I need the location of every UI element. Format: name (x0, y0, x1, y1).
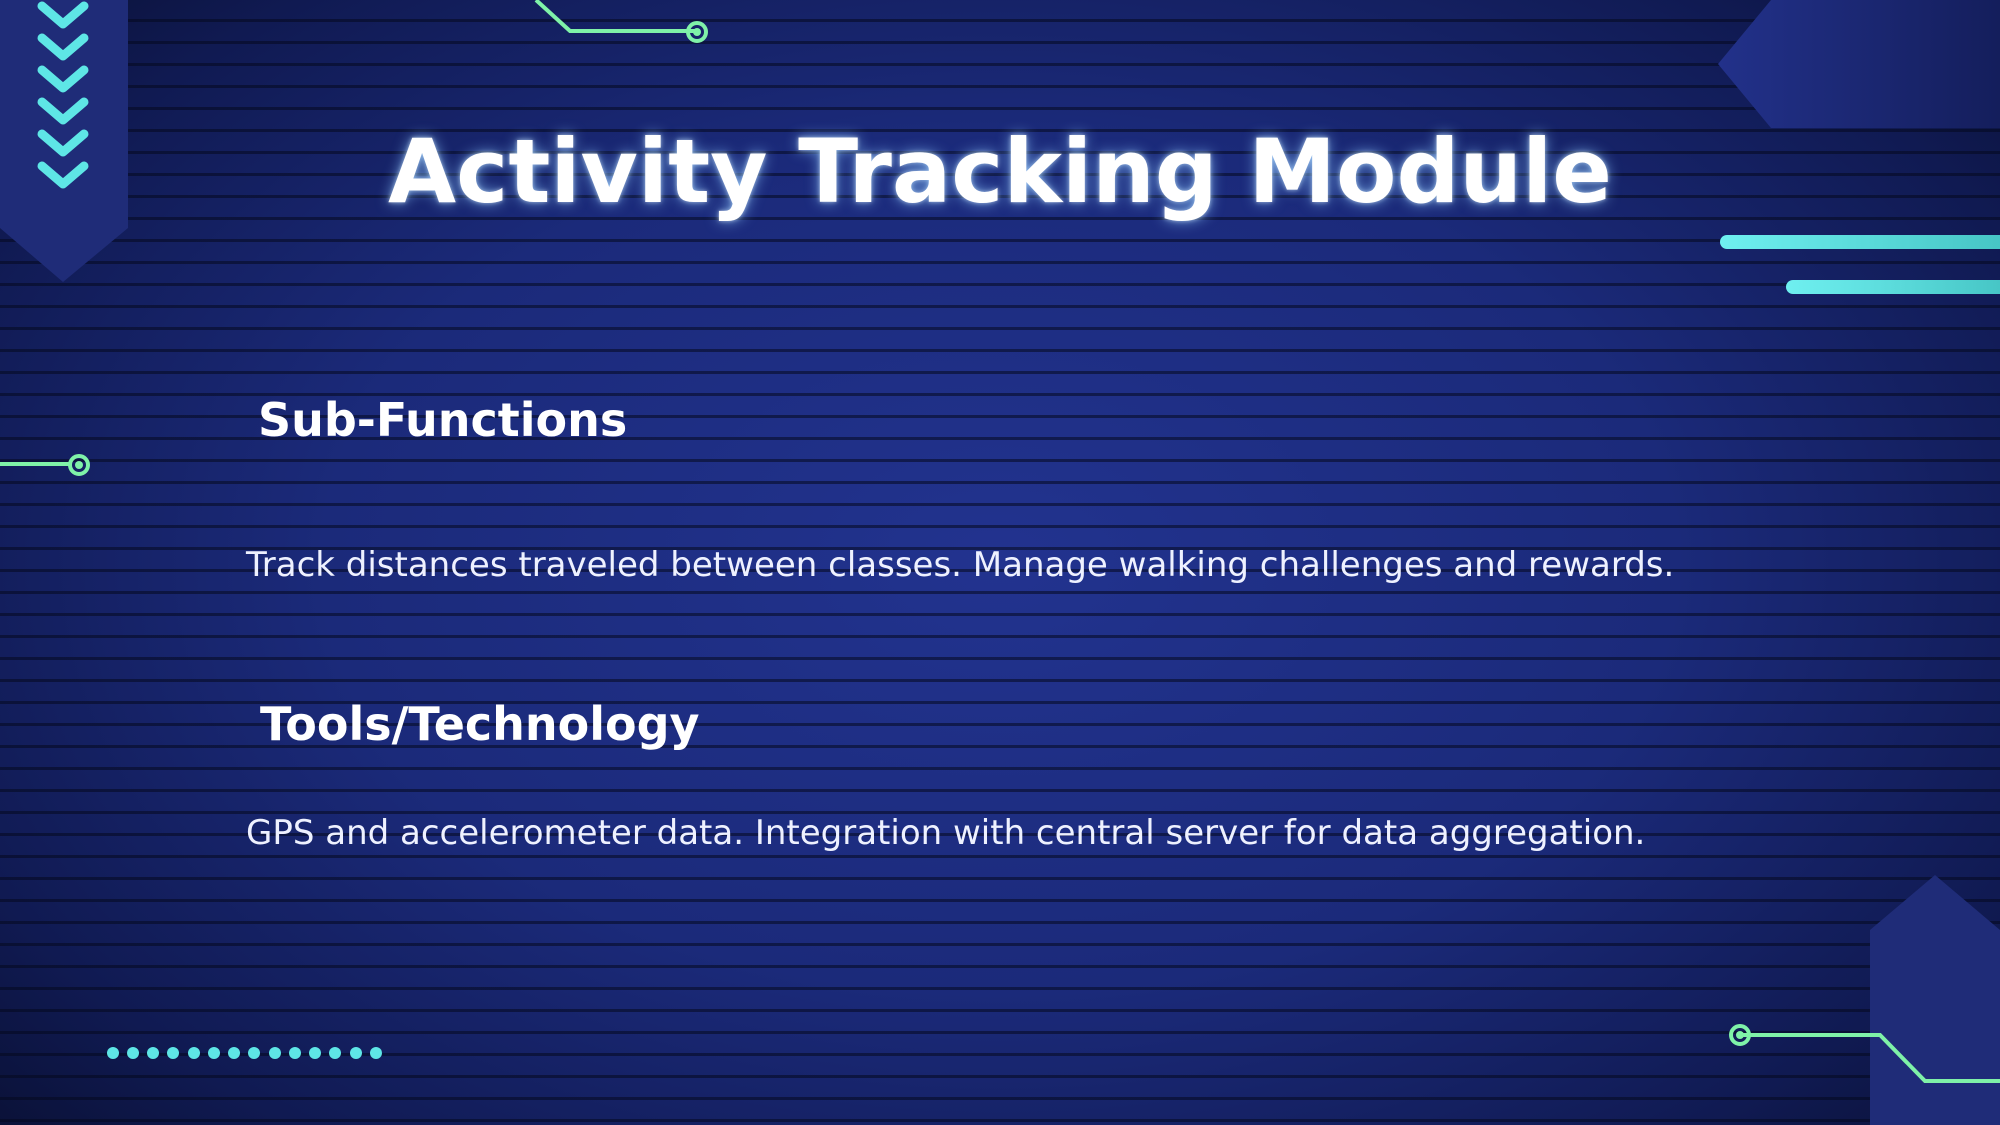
cyan-stripes (1720, 235, 2000, 294)
circuit-node-icon (1729, 1024, 2000, 1083)
section-body-tools-technology: GPS and accelerometer data. Integration … (246, 813, 1646, 853)
dot-row (107, 1047, 382, 1059)
circuit-node-icon (534, 0, 708, 43)
circuit-node-icon (0, 454, 90, 476)
slide: Activity Tracking Module Sub-Functions T… (0, 0, 2000, 1125)
section-body-sub-functions: Track distances traveled between classes… (246, 545, 1675, 585)
hexagon-panel-bottom (1870, 875, 2000, 1125)
section-heading-tools-technology: Tools/Technology (260, 697, 700, 751)
page-title: Activity Tracking Module (388, 120, 1612, 223)
section-heading-sub-functions: Sub-Functions (258, 393, 628, 447)
hexagon-panel-top (1718, 0, 2000, 128)
